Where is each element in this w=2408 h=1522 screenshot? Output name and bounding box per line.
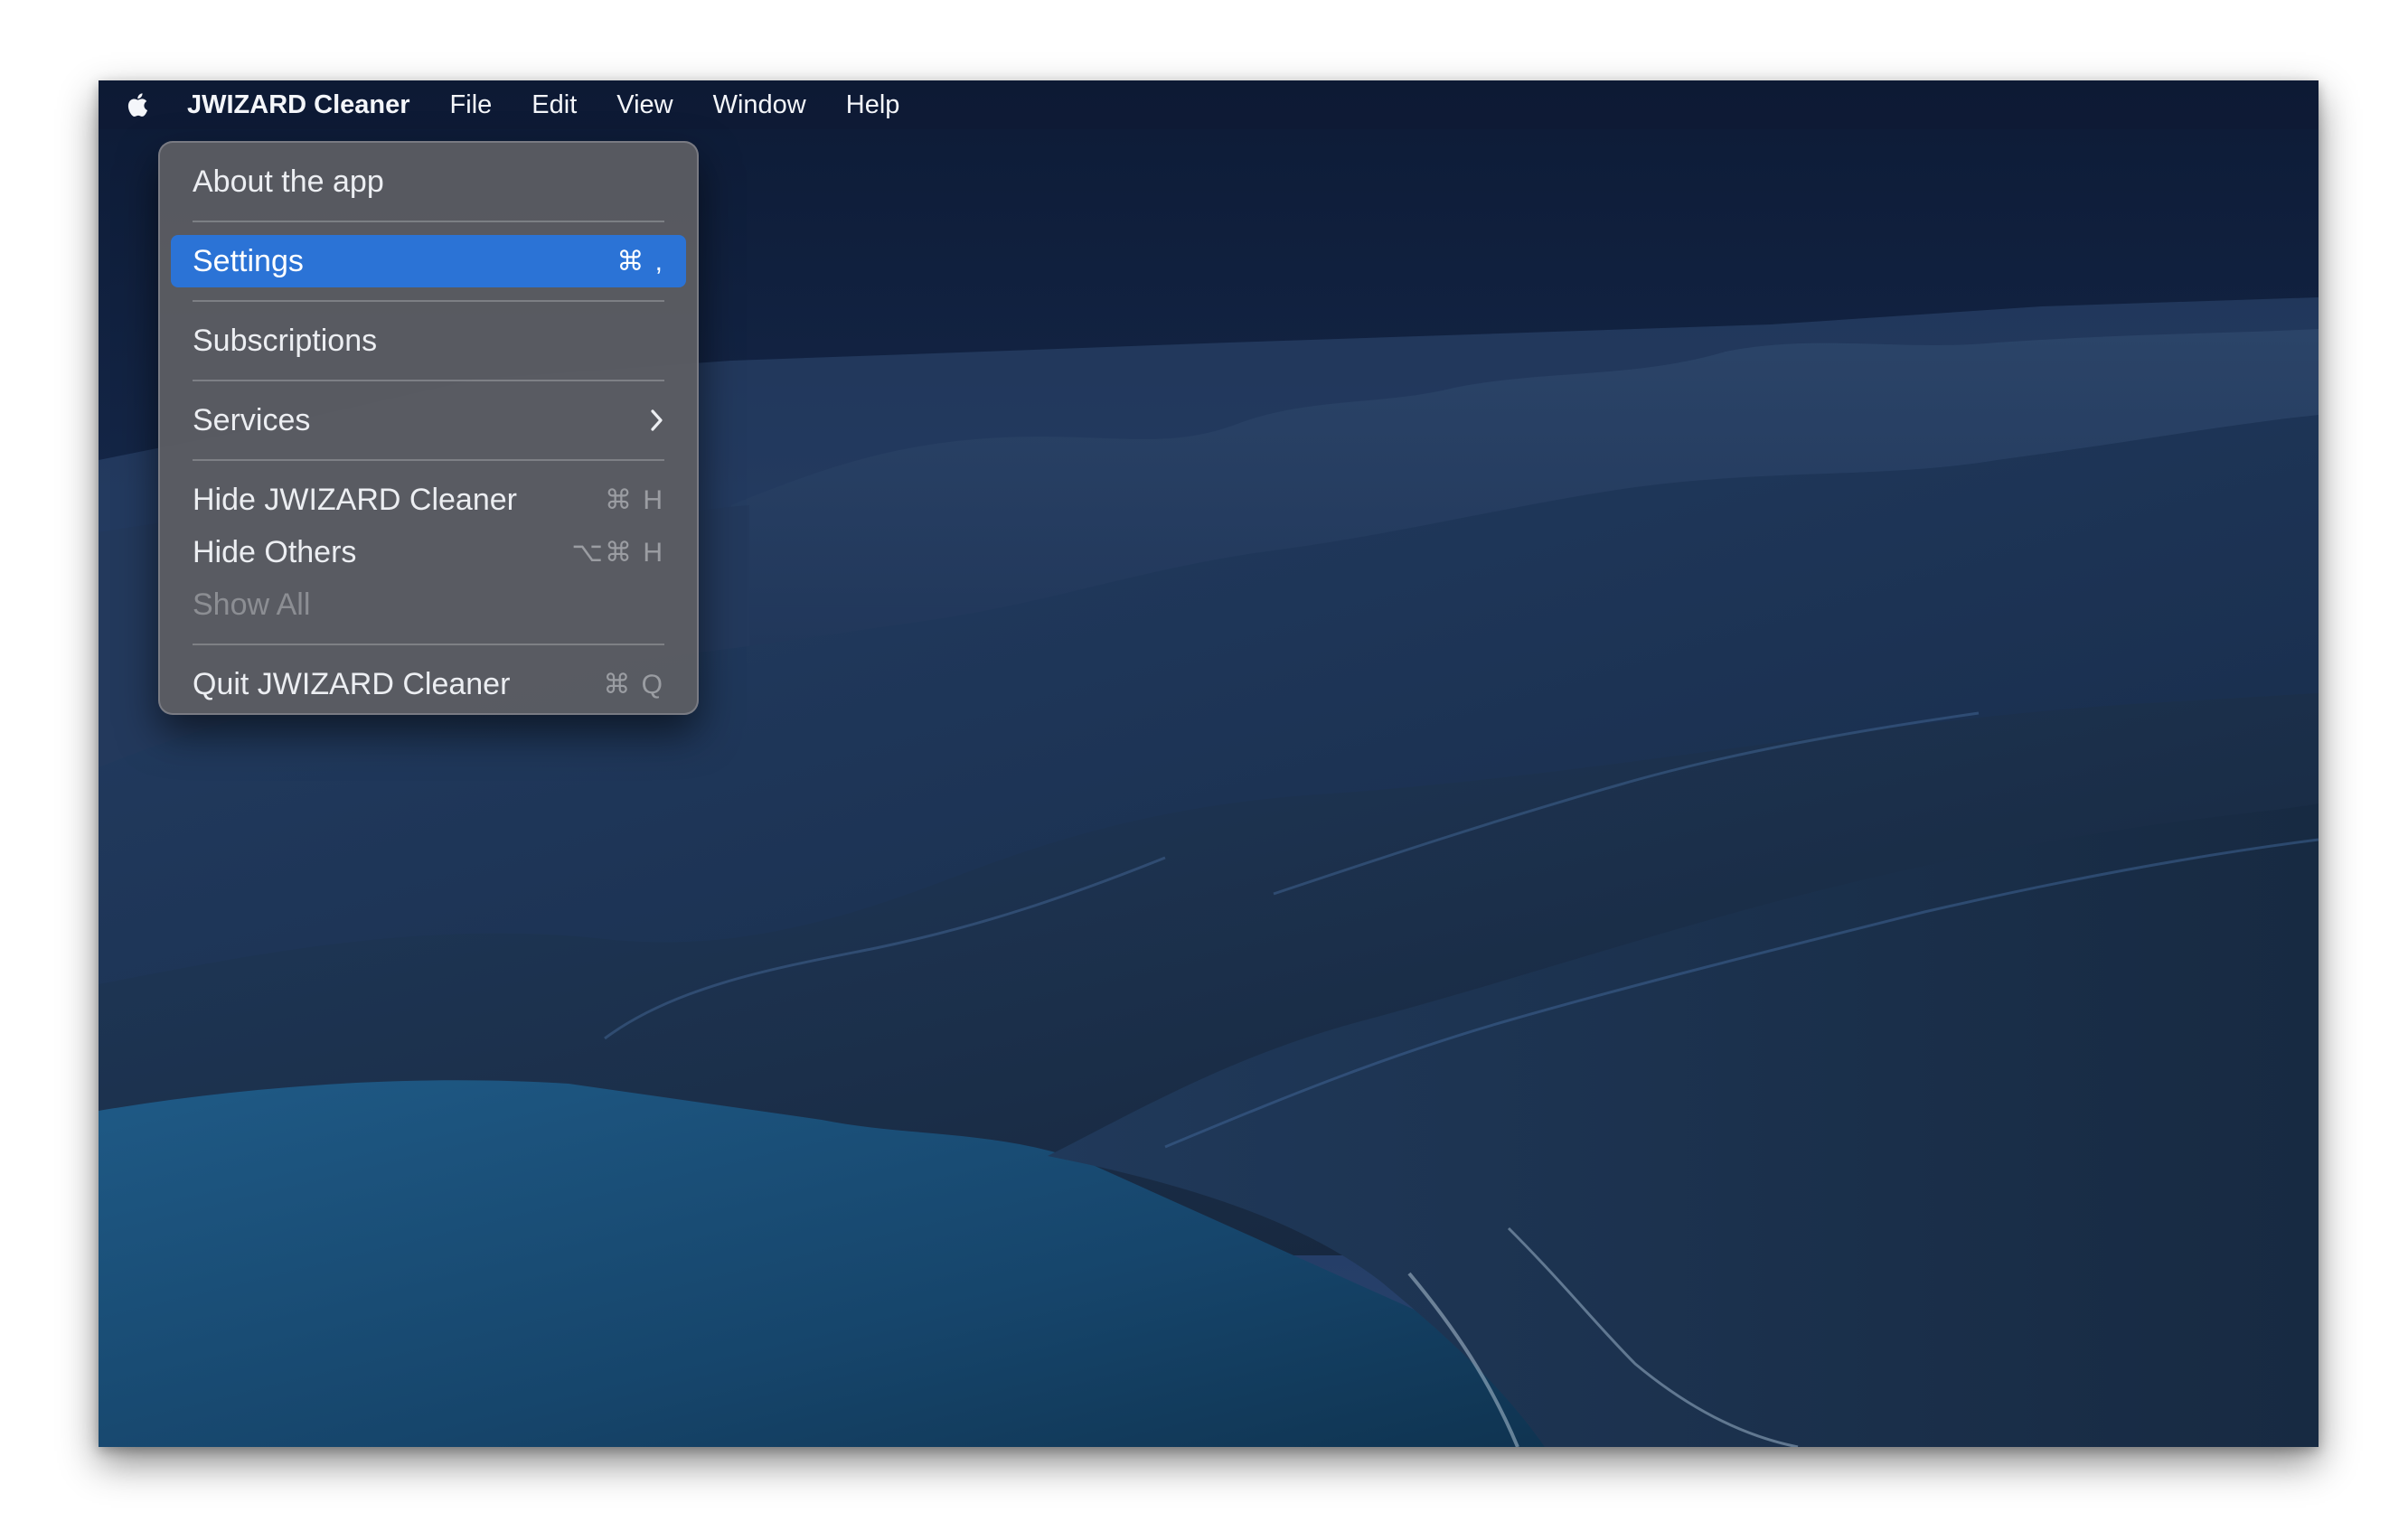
menu-item-about-label: About the app — [193, 164, 384, 199]
menu-window[interactable]: Window — [693, 80, 826, 129]
chevron-right-icon — [650, 409, 664, 432]
menu-bar: JWIZARD Cleaner File Edit View Window He… — [99, 80, 2319, 129]
menu-item-quit[interactable]: Quit JWIZARD Cleaner ⌘ Q — [171, 658, 686, 710]
menu-item-subscriptions-label: Subscriptions — [193, 323, 378, 358]
quit-shortcut: ⌘ Q — [603, 669, 664, 700]
hide-app-shortcut: ⌘ H — [605, 484, 664, 515]
menu-item-about[interactable]: About the app — [171, 155, 686, 208]
menu-item-hide-app-label: Hide JWIZARD Cleaner — [193, 482, 517, 517]
menu-item-show-all-label: Show All — [193, 587, 311, 622]
menu-separator — [193, 380, 664, 381]
app-menu-dropdown: About the app Settings ⌘ , Subscriptions… — [158, 141, 699, 715]
menu-separator — [193, 459, 664, 461]
menu-separator — [193, 644, 664, 645]
menu-item-show-all: Show All — [171, 578, 686, 631]
settings-shortcut: ⌘ , — [616, 246, 664, 277]
menu-item-hide-app[interactable]: Hide JWIZARD Cleaner ⌘ H — [171, 474, 686, 526]
menu-separator — [193, 300, 664, 302]
menu-item-quit-label: Quit JWIZARD Cleaner — [193, 666, 511, 701]
apple-icon[interactable] — [99, 80, 174, 129]
menu-item-subscriptions[interactable]: Subscriptions — [171, 315, 686, 367]
menu-item-hide-others-label: Hide Others — [193, 534, 357, 569]
menu-view[interactable]: View — [597, 80, 692, 129]
menu-item-settings[interactable]: Settings ⌘ , — [171, 235, 686, 287]
hide-others-shortcut: ⌥⌘ H — [571, 537, 664, 568]
menu-item-hide-others[interactable]: Hide Others ⌥⌘ H — [171, 526, 686, 578]
menu-item-settings-label: Settings — [193, 243, 304, 278]
menu-separator — [193, 221, 664, 222]
menu-item-services[interactable]: Services — [171, 394, 686, 446]
desktop-screen: JWIZARD Cleaner File Edit View Window He… — [99, 80, 2319, 1447]
menu-edit[interactable]: Edit — [512, 80, 597, 129]
menu-file[interactable]: File — [430, 80, 513, 129]
menu-help[interactable]: Help — [826, 80, 920, 129]
menu-app-name[interactable]: JWIZARD Cleaner — [174, 80, 430, 129]
menu-item-services-label: Services — [193, 402, 311, 437]
